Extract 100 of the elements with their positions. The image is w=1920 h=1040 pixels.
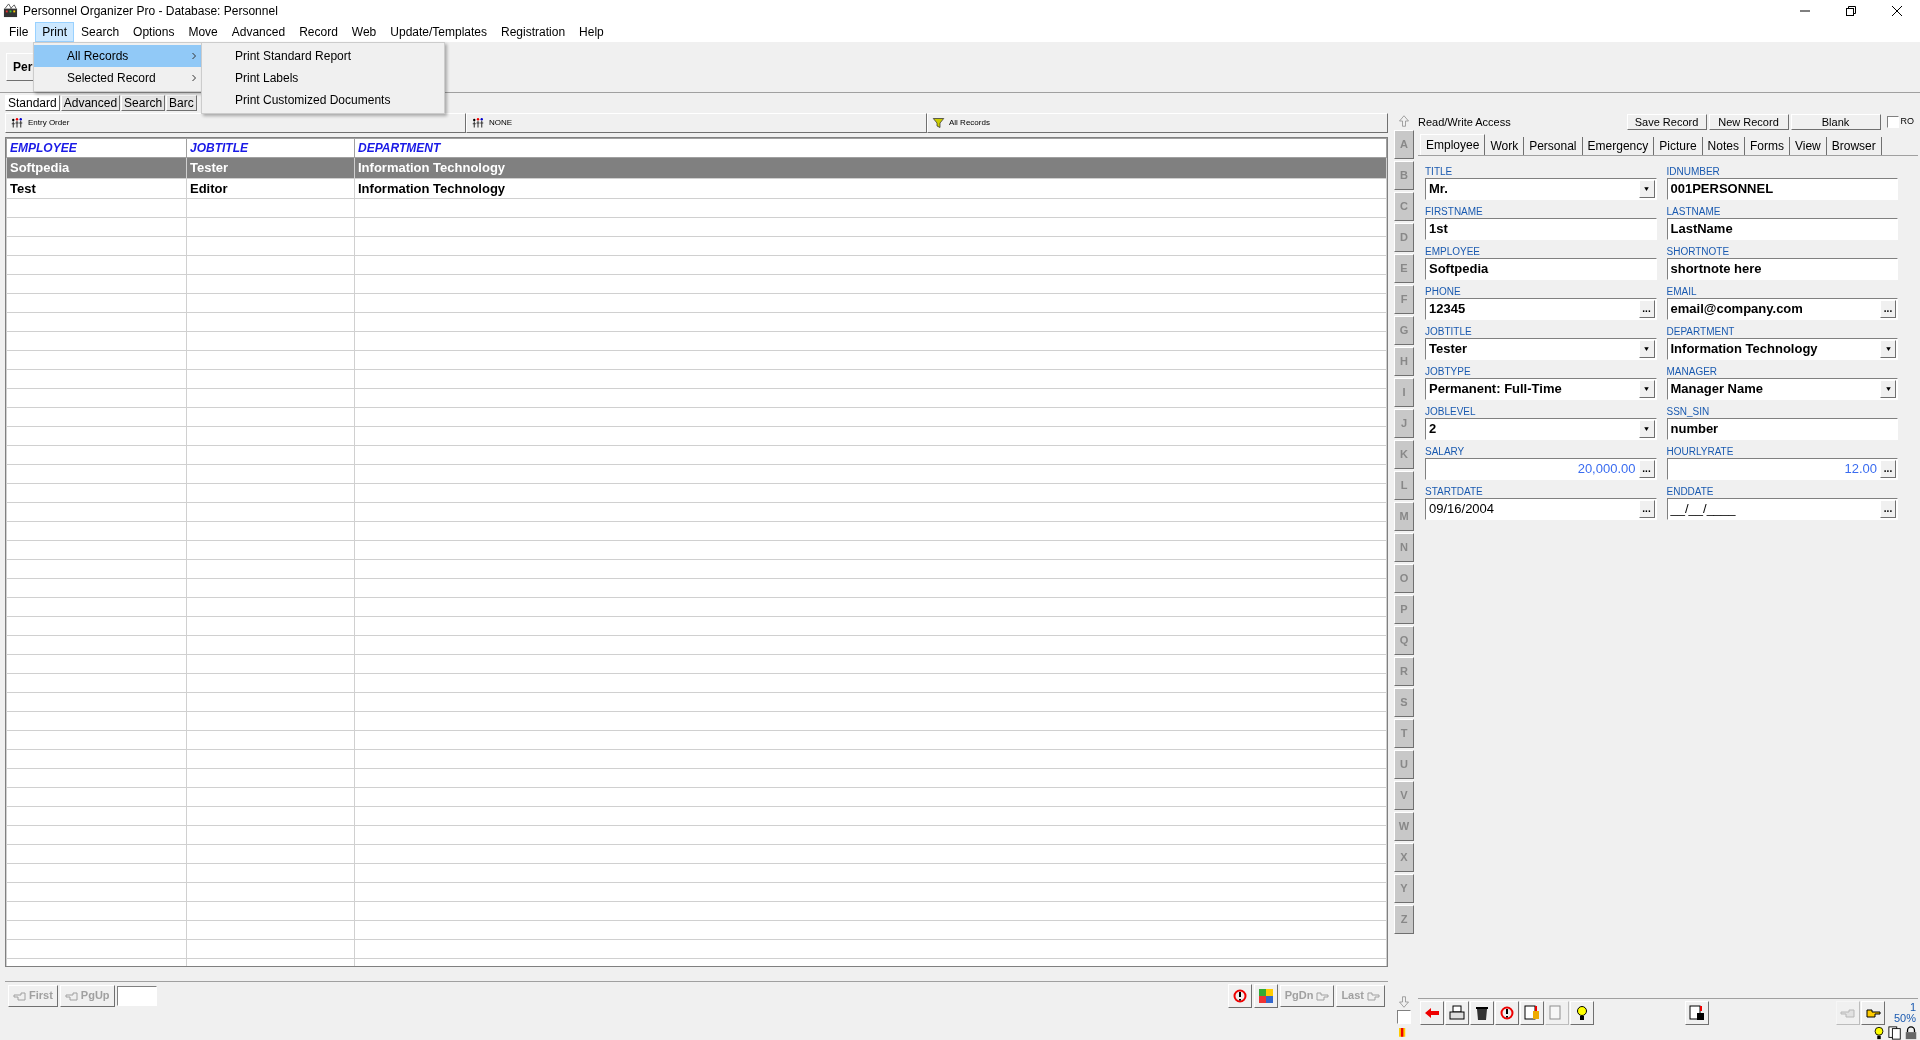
filter-button[interactable]: Entry Order — [5, 113, 466, 133]
table-row[interactable]: Softpedia Tester Information Technology — [6, 157, 1387, 178]
caret-icon — [1883, 386, 1893, 392]
input-field[interactable]: shortnote here — [1666, 258, 1898, 280]
menu-entry[interactable]: Print Labels — [202, 67, 444, 89]
input-field[interactable]: 001PERSONNEL — [1666, 178, 1898, 200]
dropdown-button[interactable] — [1638, 180, 1655, 198]
record-tab[interactable]: Forms — [1744, 137, 1790, 155]
input-field[interactable]: __/__/____ ... — [1666, 498, 1898, 520]
column-header[interactable]: DEPARTMENT — [354, 138, 1387, 158]
hand-right-icon — [1366, 990, 1380, 1001]
menu-item[interactable]: Print — [35, 21, 75, 42]
input-field[interactable]: Softpedia — [1425, 258, 1657, 280]
column-header[interactable]: EMPLOYEE — [6, 138, 187, 158]
tip-button[interactable] — [1570, 1000, 1594, 1025]
ellipsis-button[interactable]: ... — [1638, 460, 1655, 478]
record-tab[interactable]: Browser — [1826, 137, 1882, 155]
input-field[interactable]: email@company.com ... — [1666, 298, 1898, 320]
field-label: SALARY — [1425, 445, 1466, 458]
record-tab[interactable]: Emergency — [1582, 137, 1655, 155]
input-field[interactable]: number — [1666, 418, 1898, 440]
record-tab[interactable]: Work — [1485, 137, 1525, 155]
mode-tab[interactable]: Advanced — [60, 95, 121, 111]
menu-item[interactable]: Move — [181, 21, 225, 42]
record-button[interactable]: Save Record — [1626, 114, 1707, 130]
ellipsis-button[interactable]: ... — [1638, 500, 1655, 518]
people-icon — [10, 117, 24, 129]
lightbulb-icon — [1574, 1004, 1590, 1021]
ellipsis-button[interactable]: ... — [1638, 300, 1655, 318]
ellipsis-button[interactable]: ... — [1880, 460, 1896, 478]
input-field[interactable]: 12345 ... — [1425, 298, 1657, 320]
document-icon — [1524, 1004, 1540, 1021]
dropdown-field[interactable]: Tester — [1425, 338, 1657, 360]
menu-item[interactable]: Help — [572, 21, 611, 42]
refresh-button[interactable] — [1227, 983, 1252, 1008]
dropdown-button[interactable] — [1880, 380, 1896, 398]
menu-entry[interactable]: All Records — [34, 45, 202, 67]
print-button[interactable] — [1445, 1000, 1469, 1025]
refresh-record-button[interactable] — [1495, 1000, 1519, 1025]
record-tab[interactable]: Picture — [1654, 137, 1703, 155]
record-tab[interactable]: Personal — [1524, 137, 1583, 155]
refresh-icon — [1231, 987, 1248, 1004]
dropdown-button[interactable] — [1880, 340, 1896, 358]
filter-button[interactable]: All Records — [927, 113, 1388, 133]
dropdown-field[interactable]: Information Technology — [1666, 338, 1898, 360]
dropdown-button[interactable] — [1638, 420, 1655, 438]
app-icon — [3, 3, 18, 18]
field-label: JOBTYPE — [1425, 365, 1472, 378]
input-field[interactable]: LastName — [1666, 218, 1898, 240]
mode-tab[interactable]: Search — [121, 95, 166, 111]
dropdown-field[interactable]: Mr. — [1425, 178, 1657, 200]
dropdown-button[interactable] — [1638, 380, 1655, 398]
next-button[interactable] — [1860, 1000, 1885, 1025]
restore-icon — [1846, 5, 1856, 16]
dropdown-button[interactable] — [1638, 340, 1655, 358]
ellipsis-button[interactable]: ... — [1880, 300, 1896, 318]
field-label: FIRSTNAME — [1425, 205, 1484, 218]
dropdown-field[interactable]: Manager Name — [1666, 378, 1898, 400]
record-tab[interactable]: Employee — [1420, 134, 1486, 155]
menu-item[interactable]: Web — [344, 21, 384, 42]
menu-entry[interactable]: Print Standard Report — [202, 45, 444, 67]
mode-tab[interactable]: Standard — [5, 95, 60, 111]
menu-entry[interactable]: Print Customized Documents — [202, 89, 444, 111]
input-field[interactable]: 09/16/2004 ... — [1425, 498, 1657, 520]
menu-item[interactable]: File — [2, 21, 36, 42]
menu-item[interactable]: Advanced — [224, 21, 293, 42]
record-button[interactable]: New Record — [1708, 114, 1789, 130]
menu-item[interactable]: Search — [74, 21, 127, 42]
input-field[interactable]: 1st — [1425, 218, 1657, 240]
ro-checkbox[interactable] — [1886, 116, 1899, 128]
menu-item[interactable]: Options — [126, 21, 182, 42]
ellipsis-button[interactable]: ... — [1880, 500, 1896, 518]
input-field[interactable]: 20,000.00 ... — [1425, 458, 1657, 480]
caret-icon — [1642, 386, 1651, 392]
field-label: JOBLEVEL — [1425, 405, 1477, 418]
column-header[interactable]: JOBTITLE — [186, 138, 355, 158]
input-field[interactable]: 12.00 ... — [1666, 458, 1898, 480]
checkbox[interactable] — [1397, 1010, 1411, 1024]
save-button[interactable] — [1685, 1000, 1709, 1025]
field-label: JOBTITLE — [1425, 325, 1473, 338]
mode-tab[interactable]: Barc — [166, 95, 197, 111]
page-field[interactable] — [116, 985, 157, 1006]
grid-button[interactable] — [1253, 983, 1278, 1008]
field-label: IDNUMBER — [1666, 165, 1721, 178]
caret-icon — [1642, 186, 1651, 192]
field-label: SHORTNOTE — [1666, 245, 1731, 258]
back-button[interactable] — [1420, 1000, 1444, 1025]
menu-item[interactable]: Registration — [494, 21, 573, 42]
export-button[interactable] — [1520, 1000, 1544, 1025]
record-tab[interactable]: Notes — [1702, 137, 1745, 155]
table-row[interactable]: Test Editor Information Technology — [6, 178, 1387, 199]
record-tab[interactable]: View — [1789, 137, 1827, 155]
filter-button[interactable]: NONE — [466, 113, 927, 133]
field-label: SSN_SIN — [1666, 405, 1711, 418]
record-button[interactable]: Blank — [1790, 114, 1881, 130]
delete-button[interactable] — [1470, 1000, 1494, 1025]
menu-item[interactable]: Update/Templates — [383, 21, 495, 42]
menu-item[interactable]: Record — [292, 21, 345, 42]
dropdown-field[interactable]: Permanent: Full-Time — [1425, 378, 1657, 400]
dropdown-field[interactable]: 2 — [1425, 418, 1657, 440]
